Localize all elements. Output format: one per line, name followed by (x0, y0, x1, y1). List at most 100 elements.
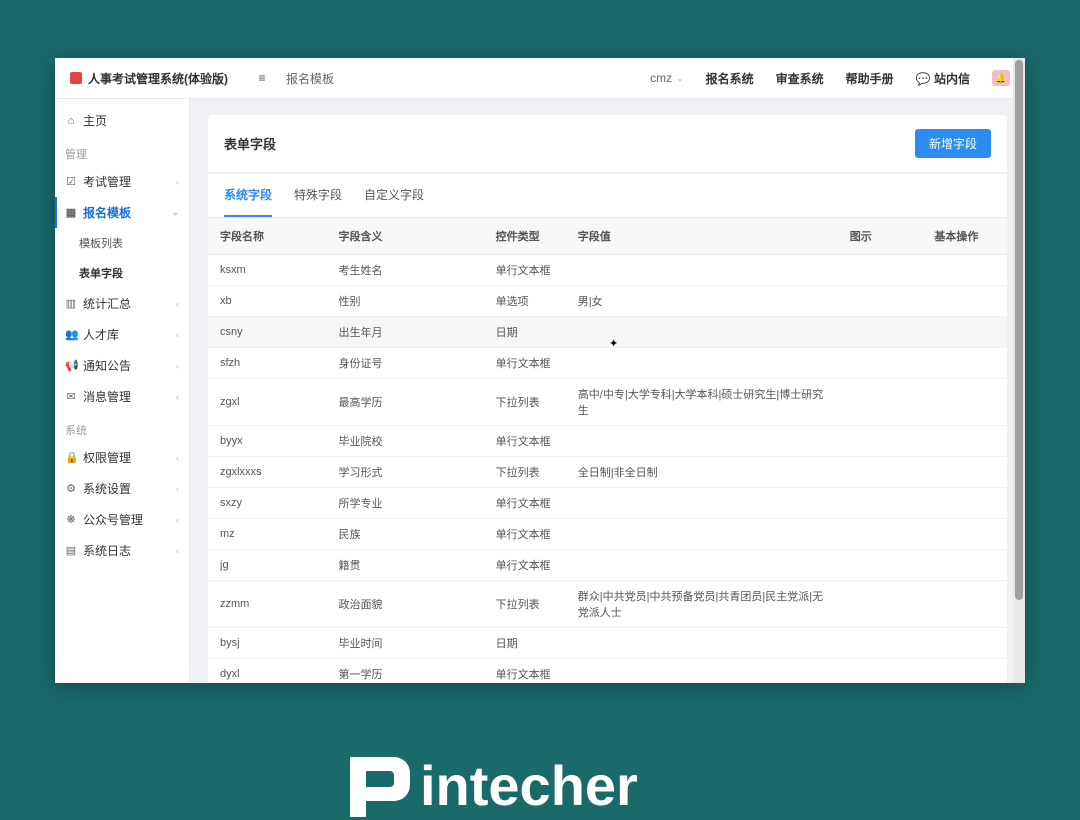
cell-value: 全日制|非全日制 (566, 457, 838, 488)
body-wrap: ⌂ 主页 管理 ☑ 考试管理 ‹ ▦ 报名模板 ⌄ 模板列表 表单字段 ▥ 统计… (55, 99, 1025, 683)
tab-system-fields[interactable]: 系统字段 (224, 174, 272, 217)
cell-action (922, 255, 1007, 286)
cell-meaning: 第一学历 (326, 659, 483, 684)
chevron-left-icon: ‹ (176, 330, 179, 340)
tab-custom-fields[interactable]: 自定义字段 (364, 174, 424, 217)
user-name: cmz (650, 71, 672, 85)
logo-area: 人事考试管理系统(体验版) (70, 70, 252, 87)
cell-action (922, 659, 1007, 684)
app-logo-icon (70, 72, 82, 84)
cell-action (922, 317, 1007, 348)
app-window: 人事考试管理系统(体验版) ≡ 报名模板 cmz ⌄ 报名系统 审查系统 帮助手… (55, 58, 1025, 683)
col-control-type: 控件类型 (484, 218, 566, 255)
table-header-row: 字段名称 字段含义 控件类型 字段值 图示 基本操作 (208, 218, 1007, 255)
cell-name: zzmm (208, 581, 326, 628)
chevron-left-icon: ‹ (176, 484, 179, 494)
scrollbar-thumb[interactable] (1015, 60, 1023, 600)
chevron-left-icon: ‹ (176, 546, 179, 556)
cell-value: 群众|中共党员|中共预备党员|共青团员|民主党派|无党派人士 (566, 581, 838, 628)
cell-name: mz (208, 519, 326, 550)
nav-inbox[interactable]: 💬 站内信 (916, 70, 970, 87)
sidebar-template-list[interactable]: 模板列表 (55, 228, 189, 258)
table-row[interactable]: ksxm考生姓名单行文本框 (208, 255, 1007, 286)
cell-value (566, 519, 838, 550)
table-row[interactable]: xb性别单选项男|女 (208, 286, 1007, 317)
col-field-meaning: 字段含义 (326, 218, 483, 255)
cell-type: 日期 (484, 628, 566, 659)
nav-help[interactable]: 帮助手册 (846, 70, 894, 87)
sidebar-permission[interactable]: 🔒 权限管理 ‹ (55, 442, 189, 473)
table-row[interactable]: zzmm政治面貌下拉列表群众|中共党员|中共预备党员|共青团员|民主党派|无党派… (208, 581, 1007, 628)
card-header: 表单字段 新增字段 (208, 115, 1007, 172)
sidebar-settings[interactable]: ⚙ 系统设置 ‹ (55, 473, 189, 504)
sidebar-stats[interactable]: ▥ 统计汇总 ‹ (55, 288, 189, 319)
cell-illus (838, 317, 923, 348)
table-row[interactable]: jg籍贯单行文本框 (208, 550, 1007, 581)
template-icon: ▦ (65, 206, 77, 219)
cell-illus (838, 581, 923, 628)
cell-meaning: 身份证号 (326, 348, 483, 379)
cell-name: byyx (208, 426, 326, 457)
cell-type: 单选项 (484, 286, 566, 317)
field-tabs: 系统字段 特殊字段 自定义字段 (208, 174, 1007, 218)
sidebar-home[interactable]: ⌂ 主页 (55, 105, 189, 136)
bell-icon[interactable]: 🔔 (992, 70, 1010, 86)
cell-action (922, 286, 1007, 317)
chevron-left-icon: ‹ (176, 392, 179, 402)
cell-meaning: 毕业院校 (326, 426, 483, 457)
cell-name: sxzy (208, 488, 326, 519)
cell-illus (838, 379, 923, 426)
user-dropdown[interactable]: cmz ⌄ (650, 71, 684, 85)
cell-value (566, 550, 838, 581)
sidebar-signup-template[interactable]: ▦ 报名模板 ⌄ (55, 197, 189, 228)
chevron-left-icon: ‹ (176, 299, 179, 309)
nav-review-system[interactable]: 审查系统 (776, 70, 824, 87)
cell-value (566, 317, 838, 348)
table-row[interactable]: dyxl第一学历单行文本框 (208, 659, 1007, 684)
sidebar-group-manage: 管理 (55, 136, 189, 166)
scrollbar-track[interactable] (1013, 58, 1025, 683)
sidebar-exam-manage[interactable]: ☑ 考试管理 ‹ (55, 166, 189, 197)
sidebar-notice[interactable]: 📢 通知公告 ‹ (55, 350, 189, 381)
cell-type: 单行文本框 (484, 550, 566, 581)
table-row[interactable]: byyx毕业院校单行文本框 (208, 426, 1007, 457)
table-row[interactable]: mz民族单行文本框 (208, 519, 1007, 550)
sidebar-talent[interactable]: 👥 人才库 ‹ (55, 319, 189, 350)
table-row[interactable]: sxzy所学专业单行文本框 (208, 488, 1007, 519)
cell-value (566, 628, 838, 659)
table-row[interactable]: csny出生年月日期 (208, 317, 1007, 348)
cell-value: 高中/中专|大学专科|大学本科|硕士研究生|博士研究生 (566, 379, 838, 426)
cell-illus (838, 255, 923, 286)
cell-type: 单行文本框 (484, 255, 566, 286)
cell-value (566, 348, 838, 379)
cell-name: jg (208, 550, 326, 581)
sidebar-form-fields[interactable]: 表单字段 (55, 258, 189, 288)
chevron-left-icon: ‹ (176, 361, 179, 371)
nav-signup-system[interactable]: 报名系统 (706, 70, 754, 87)
svg-text:intecher: intecher (420, 754, 638, 817)
chart-icon: ▥ (65, 297, 77, 310)
col-action: 基本操作 (922, 218, 1007, 255)
tab-special-fields[interactable]: 特殊字段 (294, 174, 342, 217)
cell-action (922, 488, 1007, 519)
cell-name: xb (208, 286, 326, 317)
col-illustration: 图示 (838, 218, 923, 255)
table-row[interactable]: bysj毕业时间日期 (208, 628, 1007, 659)
table-row[interactable]: zgxlxxxs学习形式下拉列表全日制|非全日制 (208, 457, 1007, 488)
chevron-left-icon: ‹ (176, 177, 179, 187)
table-row[interactable]: zgxl最高学历下拉列表高中/中专|大学专科|大学本科|硕士研究生|博士研究生 (208, 379, 1007, 426)
cell-value (566, 426, 838, 457)
sidebar-message[interactable]: ✉ 消息管理 ‹ (55, 381, 189, 412)
cell-type: 单行文本框 (484, 348, 566, 379)
table-row[interactable]: sfzh身份证号单行文本框 (208, 348, 1007, 379)
sidebar-wechat[interactable]: ❋ 公众号管理 ‹ (55, 504, 189, 535)
cell-illus (838, 628, 923, 659)
cell-value (566, 255, 838, 286)
cell-value (566, 659, 838, 684)
sidebar-log[interactable]: ▤ 系统日志 ‹ (55, 535, 189, 566)
cell-action (922, 550, 1007, 581)
breadcrumb: 报名模板 (286, 70, 334, 87)
add-field-button[interactable]: 新增字段 (915, 129, 991, 158)
people-icon: 👥 (65, 328, 77, 341)
menu-toggle-icon[interactable]: ≡ (252, 71, 272, 85)
